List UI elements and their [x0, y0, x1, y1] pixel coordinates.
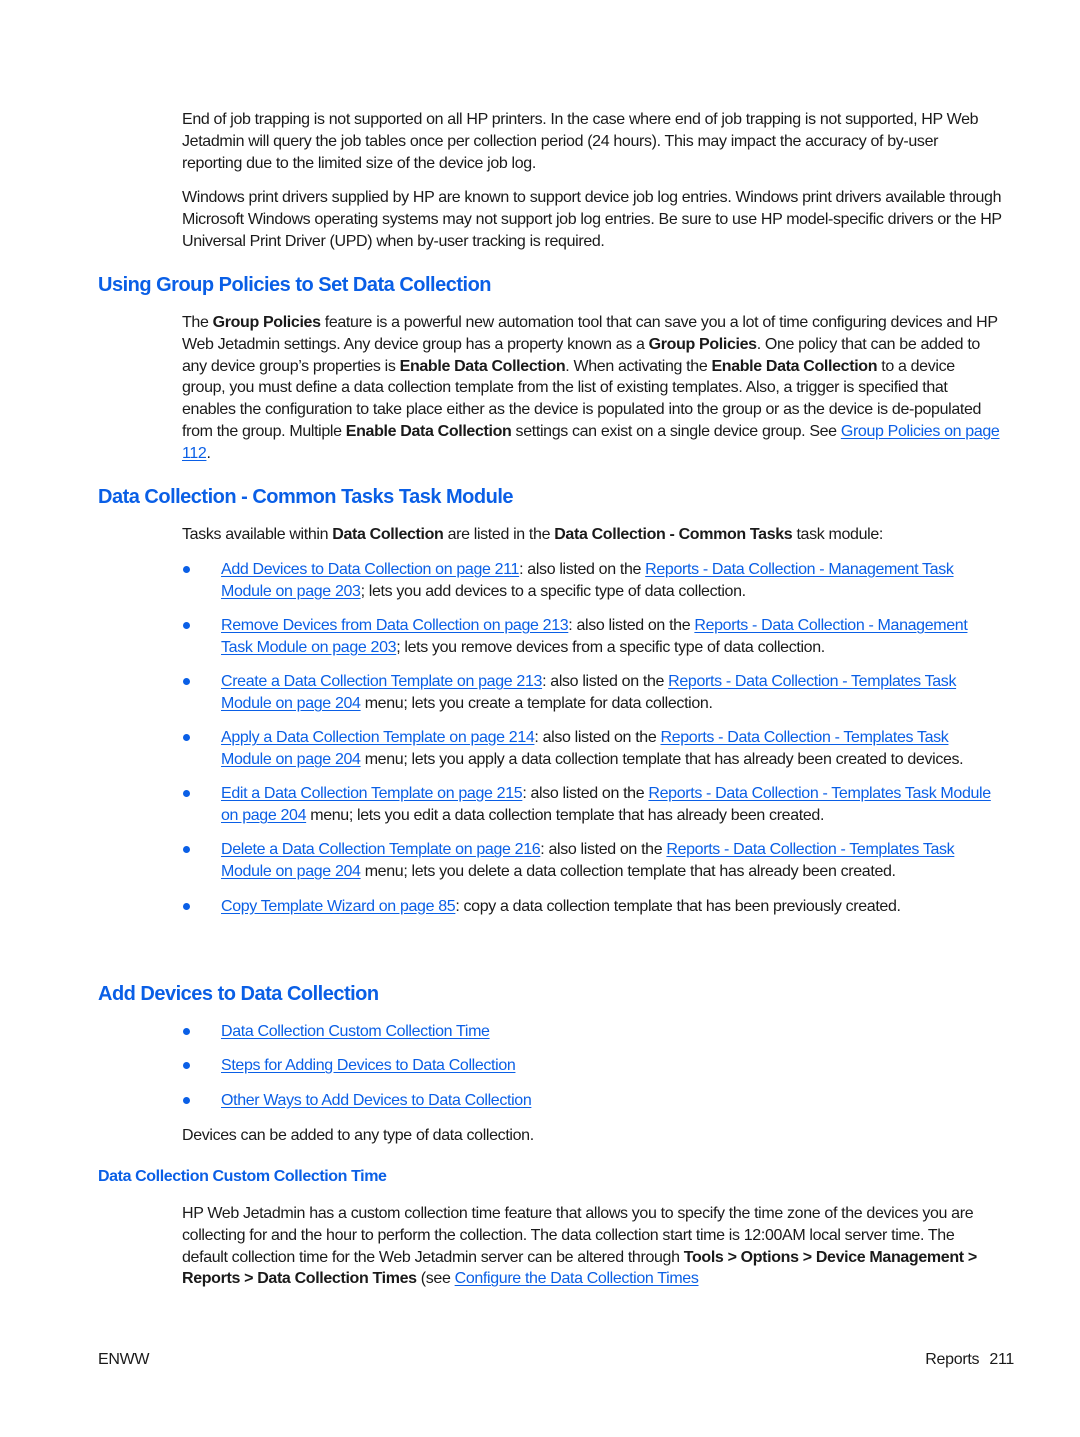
- bold-term: Data Collection: [332, 526, 444, 543]
- heading-custom-collection-time: Data Collection Custom Collection Time: [98, 1168, 387, 1185]
- common-tasks-intro: Tasks available within Data Collection a…: [182, 524, 1002, 546]
- link-custom-collection-time[interactable]: Data Collection Custom Collection Time: [221, 1023, 490, 1040]
- list-item: Steps for Adding Devices to Data Collect…: [182, 1055, 1002, 1077]
- text-span: menu; lets you create a template for dat…: [360, 694, 713, 712]
- footer-locale-code: ENWW: [98, 1351, 150, 1368]
- text-span: menu; lets you apply a data collection t…: [360, 751, 964, 769]
- footer-section-name: Reports: [925, 1351, 980, 1368]
- bullet-icon: [183, 678, 190, 686]
- list-item: Remove Devices from Data Collection on p…: [182, 615, 1002, 659]
- link-configure-collection-times[interactable]: Configure the Data Collection Times: [455, 1270, 699, 1287]
- list-item: Apply a Data Collection Template on page…: [182, 727, 1002, 771]
- bullet-icon: [183, 846, 190, 854]
- text-span: : also listed on the: [568, 617, 695, 635]
- add-devices-list: Data Collection Custom Collection Time S…: [182, 1021, 1002, 1111]
- footer-page-info: Reports 211: [925, 1350, 1014, 1370]
- bullet-icon: [183, 1062, 190, 1070]
- list-item: Delete a Data Collection Template on pag…: [182, 839, 1002, 883]
- text-span: : also listed on the: [534, 729, 661, 747]
- text-span: task module:: [792, 526, 883, 543]
- text-span: : copy a data collection template that h…: [455, 897, 901, 915]
- group-policies-paragraph: The Group Policies feature is a powerful…: [182, 312, 1002, 465]
- text-span: : also listed on the: [542, 673, 669, 691]
- text-span: settings can exist on a single device gr…: [511, 422, 841, 440]
- link-add-devices[interactable]: Add Devices to Data Collection on page 2…: [221, 561, 519, 578]
- custom-time-paragraph: HP Web Jetadmin has a custom collection …: [182, 1203, 1002, 1290]
- common-tasks-list: Add Devices to Data Collection on page 2…: [182, 559, 1002, 917]
- text-span: The: [182, 314, 213, 331]
- link-create-template[interactable]: Create a Data Collection Template on pag…: [221, 673, 542, 690]
- bullet-icon: [183, 566, 190, 573]
- document-page: End of job trapping is not supported on …: [0, 0, 1080, 1437]
- bold-term: Enable Data Collection: [711, 357, 878, 375]
- list-item: Other Ways to Add Devices to Data Collec…: [182, 1090, 1002, 1112]
- link-other-ways-add-devices[interactable]: Other Ways to Add Devices to Data Collec…: [221, 1092, 532, 1109]
- list-item: Data Collection Custom Collection Time: [182, 1021, 1002, 1043]
- text-span: ; lets you add devices to a specific typ…: [360, 582, 746, 600]
- list-item: Create a Data Collection Template on pag…: [182, 671, 1002, 715]
- text-span: menu; lets you edit a data collection te…: [306, 807, 825, 825]
- link-steps-adding-devices[interactable]: Steps for Adding Devices to Data Collect…: [221, 1057, 516, 1074]
- text-span: .: [206, 444, 211, 462]
- text-span: ; lets you remove devices from a specifi…: [396, 638, 825, 656]
- text-span: : also listed on the: [540, 841, 667, 859]
- text-span: . When activating the: [565, 357, 712, 375]
- bullet-icon: [183, 790, 190, 798]
- intro-paragraph-job-trapping: End of job trapping is not supported on …: [182, 111, 979, 172]
- bullet-icon: [183, 622, 190, 630]
- bold-term: Enable Data Collection: [345, 422, 512, 440]
- list-item: Copy Template Wizard on page 85: copy a …: [182, 896, 1002, 918]
- bold-term: Group Policies: [648, 335, 757, 353]
- text-span: : also listed on the: [519, 561, 646, 578]
- footer-page-number: 211: [989, 1351, 1014, 1368]
- link-remove-devices[interactable]: Remove Devices from Data Collection on p…: [221, 617, 569, 634]
- bold-term: Data Collection - Common Tasks: [554, 526, 793, 543]
- text-span: (see: [416, 1270, 455, 1288]
- link-delete-template[interactable]: Delete a Data Collection Template on pag…: [221, 841, 541, 858]
- bold-term: Group Policies: [212, 314, 321, 331]
- text-span: : also listed on the: [522, 785, 649, 803]
- heading-common-tasks: Data Collection - Common Tasks Task Modu…: [98, 486, 514, 508]
- link-edit-template[interactable]: Edit a Data Collection Template on page …: [221, 785, 523, 802]
- list-item: Add Devices to Data Collection on page 2…: [182, 559, 1002, 603]
- bullet-icon: [183, 1096, 190, 1104]
- bullet-icon: [183, 1028, 190, 1035]
- heading-group-policies: Using Group Policies to Set Data Collect…: [98, 274, 492, 296]
- add-devices-note: Devices can be added to any type of data…: [182, 1127, 534, 1144]
- text-span: are listed in the: [443, 526, 555, 543]
- link-copy-template-wizard[interactable]: Copy Template Wizard on page 85: [221, 898, 456, 915]
- link-apply-template[interactable]: Apply a Data Collection Template on page…: [221, 729, 535, 746]
- heading-add-devices: Add Devices to Data Collection: [98, 983, 379, 1005]
- text-span: Tasks available within: [182, 526, 333, 543]
- bullet-icon: [183, 734, 190, 742]
- text-span: menu; lets you delete a data collection …: [360, 863, 896, 881]
- bullet-icon: [183, 902, 190, 910]
- bold-term: Enable Data Collection: [399, 357, 566, 375]
- list-item: Edit a Data Collection Template on page …: [182, 783, 1002, 827]
- intro-paragraph-print-drivers: Windows print drivers supplied by HP are…: [182, 189, 1002, 250]
